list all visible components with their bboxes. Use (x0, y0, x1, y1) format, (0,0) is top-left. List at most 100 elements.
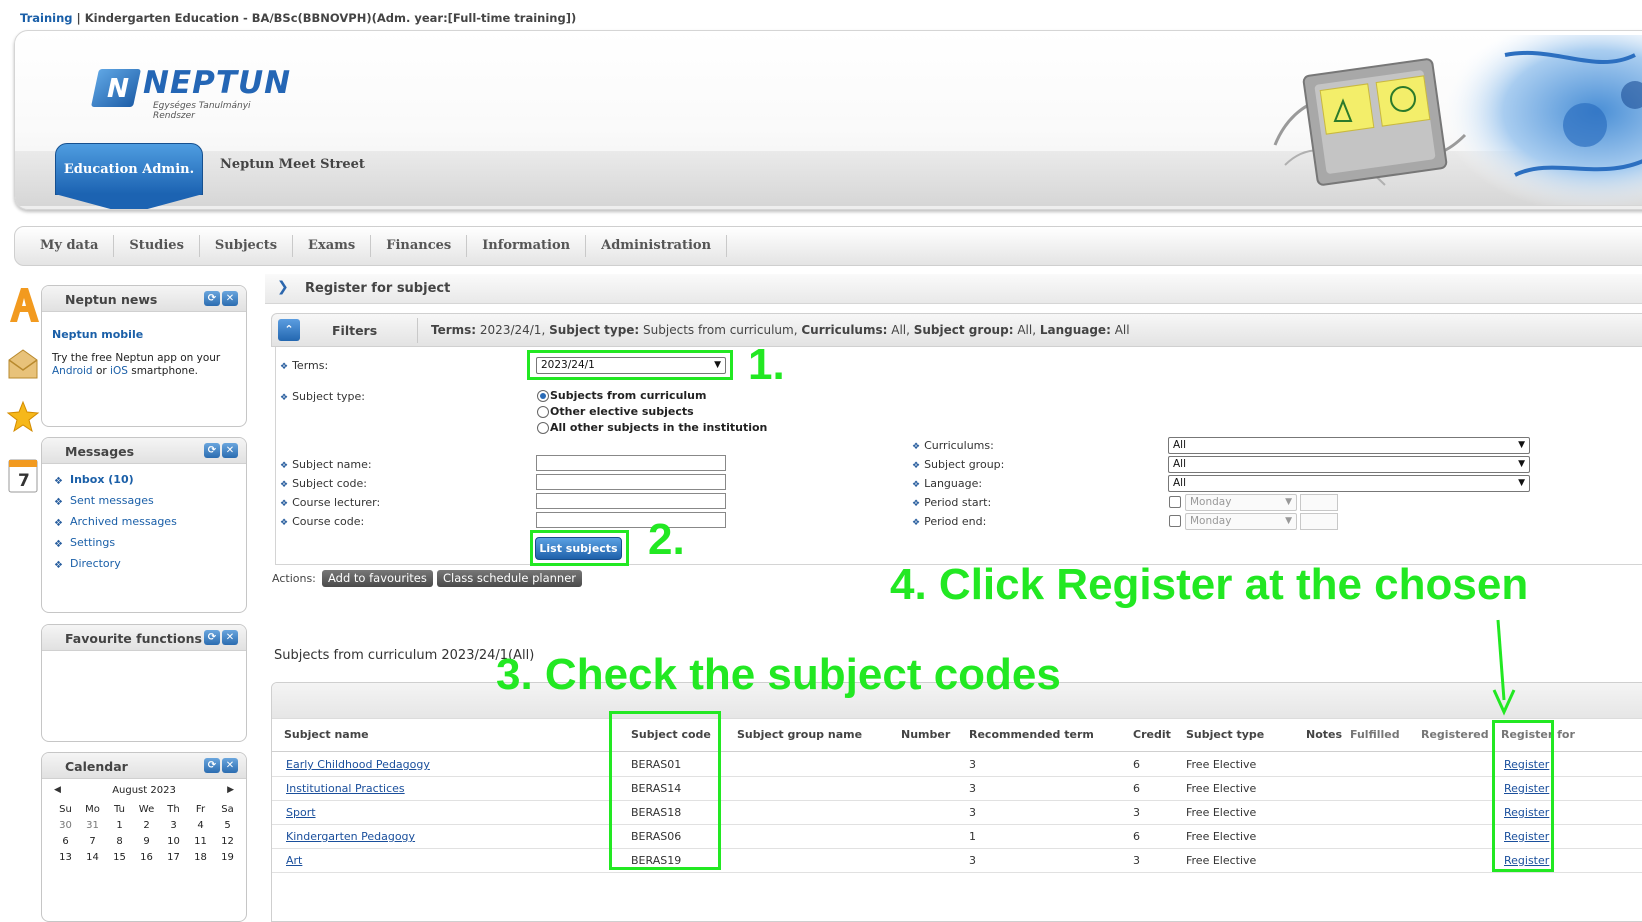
star-icon[interactable] (6, 396, 40, 438)
calendar-icon[interactable]: 7 (6, 456, 40, 498)
add-to-favourites-button[interactable]: Add to favourites (322, 570, 433, 587)
menu-studies[interactable]: Studies (114, 235, 200, 257)
calendar-day[interactable]: 13 (52, 849, 79, 865)
course-code-input[interactable] (536, 512, 726, 528)
menu-information[interactable]: Information (467, 235, 587, 257)
menu-administration[interactable]: Administration (586, 235, 728, 257)
calendar-day[interactable]: 5 (214, 817, 241, 833)
header-recommended-term[interactable]: Recommended term (969, 728, 1094, 741)
header-notes[interactable]: Notes (1306, 728, 1342, 741)
class-schedule-planner-button[interactable]: Class schedule planner (437, 570, 583, 587)
weekday-label: Sa (221, 803, 234, 815)
header-number[interactable]: Number (901, 728, 950, 741)
calendar-day[interactable]: 19 (214, 849, 241, 865)
calendar-day[interactable]: 18 (187, 849, 214, 865)
period-end-day-select[interactable]: Monday ▼ (1185, 513, 1297, 530)
header-credit[interactable]: Credit (1133, 728, 1171, 741)
module-tab-label: Education Admin. (55, 143, 203, 195)
news-heading[interactable]: Neptun mobile (52, 328, 143, 341)
subject-name-link[interactable]: Institutional Practices (286, 782, 405, 795)
calendar-day[interactable]: 6 (52, 833, 79, 849)
subject-name-link[interactable]: Early Childhood Pedagogy (286, 758, 430, 771)
subject-code-input[interactable] (536, 474, 726, 490)
annotation-step-1: 1. (748, 340, 785, 389)
calendar-day[interactable]: 14 (79, 849, 106, 865)
calendar-day[interactable]: 4 (187, 817, 214, 833)
language-select[interactable]: All ▼ (1168, 475, 1530, 492)
module-tab-education-admin[interactable]: Education Admin. (55, 143, 203, 209)
close-icon[interactable]: ✕ (222, 291, 238, 306)
menu-finances[interactable]: Finances (371, 235, 468, 257)
period-start-checkbox[interactable] (1169, 496, 1181, 508)
menu-subjects[interactable]: Subjects (200, 235, 294, 257)
a-icon[interactable] (6, 284, 40, 326)
subject-name-link[interactable]: Sport (286, 806, 316, 819)
calendar-day[interactable]: 15 (106, 849, 133, 865)
diamond-bullet-icon: ❖ (912, 499, 921, 509)
refresh-icon[interactable]: ⟳ (204, 630, 220, 645)
radio-all-other-subjects[interactable]: All other subjects in the institution (537, 421, 767, 434)
refresh-icon[interactable]: ⟳ (204, 443, 220, 458)
messages-inbox-link[interactable]: ❖ Inbox (10) (52, 472, 177, 493)
period-end-time-input[interactable] (1300, 513, 1338, 530)
neptun-logo[interactable]: N NEPTUN Egységes Tanulmányi Rendszer (90, 65, 295, 121)
course-lecturer-input[interactable] (536, 493, 726, 509)
refresh-icon[interactable]: ⟳ (204, 758, 220, 773)
messages-sent-link[interactable]: ❖ Sent messages (52, 493, 177, 514)
breadcrumb-training-link[interactable]: Training (20, 11, 73, 25)
android-link[interactable]: Android (52, 365, 93, 377)
calendar-day[interactable]: 11 (187, 833, 214, 849)
main-menu: My data Studies Subjects Exams Finances … (14, 226, 1642, 266)
calendar-day[interactable]: 7 (79, 833, 106, 849)
subject-type-label: ❖ Subject type: (280, 390, 365, 403)
ios-link[interactable]: iOS (110, 365, 128, 377)
calendar-day[interactable]: 2 (133, 817, 160, 833)
calendar-day[interactable]: 3 (160, 817, 187, 833)
subject-group-select[interactable]: All ▼ (1168, 456, 1530, 473)
radio-other-elective[interactable]: Other elective subjects (537, 405, 694, 418)
envelope-icon[interactable] (6, 344, 40, 386)
subject-name-link[interactable]: Kindergarten Pedagogy (286, 830, 415, 843)
calendar-day[interactable]: 1 (106, 817, 133, 833)
header-subject-name[interactable]: Subject name (284, 728, 369, 741)
calendar-day[interactable]: 8 (106, 833, 133, 849)
header-registered[interactable]: Registered (1421, 728, 1489, 741)
curriculums-select[interactable]: All ▼ (1168, 437, 1530, 454)
period-start-day-select[interactable]: Monday ▼ (1185, 494, 1297, 511)
calendar-box-title: Calendar (65, 759, 128, 774)
menu-my-data[interactable]: My data (25, 235, 115, 257)
calendar-day[interactable]: 17 (160, 849, 187, 865)
messages-directory-link[interactable]: ❖ Directory (52, 556, 177, 577)
period-start-time-input[interactable] (1300, 494, 1338, 511)
calendar-day[interactable]: 12 (214, 833, 241, 849)
period-end-checkbox[interactable] (1169, 515, 1181, 527)
messages-list: ❖ Inbox (10) ❖ Sent messages ❖ Archived mes… (52, 472, 177, 577)
calendar-day[interactable]: 31 (79, 817, 106, 833)
messages-settings-link[interactable]: ❖ Settings (52, 535, 177, 556)
course-code-label: ❖ Course code: (280, 515, 365, 528)
credit-cell: 6 (1133, 758, 1140, 771)
close-icon[interactable]: ✕ (222, 630, 238, 645)
subject-name-link[interactable]: Art (286, 854, 302, 867)
radio-subjects-from-curriculum[interactable]: Subjects from curriculum (537, 389, 706, 402)
header-subject-group-name[interactable]: Subject group name (737, 728, 862, 741)
calendar-day[interactable]: 16 (133, 849, 160, 865)
calendar-day[interactable]: 9 (133, 833, 160, 849)
calendar-day[interactable]: 10 (160, 833, 187, 849)
close-icon[interactable]: ✕ (222, 443, 238, 458)
module-link-meet-street[interactable]: Neptun Meet Street (220, 157, 365, 172)
calendar-day[interactable]: 30 (52, 817, 79, 833)
recommended-term-cell: 3 (969, 854, 976, 867)
messages-archived-link[interactable]: ❖ Archived messages (52, 514, 177, 535)
menu-exams[interactable]: Exams (293, 235, 372, 257)
close-icon[interactable]: ✕ (222, 758, 238, 773)
annotation-highlight-list-button (530, 530, 629, 566)
calendar-next-icon[interactable]: ▶ (227, 785, 234, 795)
header-subject-type[interactable]: Subject type (1186, 728, 1264, 741)
header-fulfilled[interactable]: Fulfilled (1350, 728, 1400, 741)
weekday-label: Mo (85, 803, 100, 815)
collapse-filters-icon[interactable]: ⌃ (278, 319, 300, 341)
refresh-icon[interactable]: ⟳ (204, 291, 220, 306)
annotation-highlight-subject-code (609, 711, 721, 870)
subject-name-input[interactable] (536, 455, 726, 471)
